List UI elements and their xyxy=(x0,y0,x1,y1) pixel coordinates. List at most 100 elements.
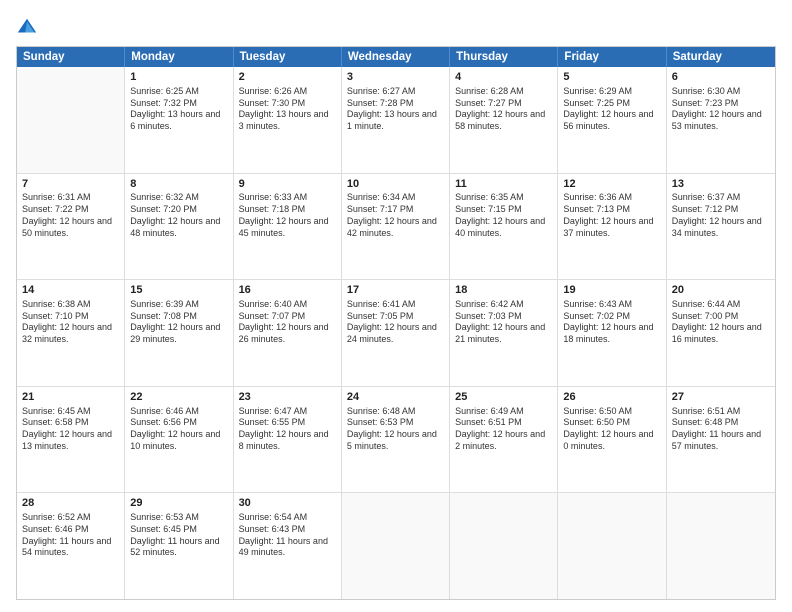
calendar-cell-day-8: 8Sunrise: 6:32 AM Sunset: 7:20 PM Daylig… xyxy=(125,174,233,280)
cell-details: Sunrise: 6:37 AM Sunset: 7:12 PM Dayligh… xyxy=(672,192,770,239)
day-number: 9 xyxy=(239,177,336,192)
day-number: 24 xyxy=(347,390,444,405)
cell-details: Sunrise: 6:49 AM Sunset: 6:51 PM Dayligh… xyxy=(455,406,552,453)
day-number: 13 xyxy=(672,177,770,192)
calendar-cell-day-27: 27Sunrise: 6:51 AM Sunset: 6:48 PM Dayli… xyxy=(667,387,775,493)
calendar-row-3: 14Sunrise: 6:38 AM Sunset: 7:10 PM Dayli… xyxy=(17,280,775,387)
cell-details: Sunrise: 6:54 AM Sunset: 6:43 PM Dayligh… xyxy=(239,512,336,559)
day-number: 22 xyxy=(130,390,227,405)
weekday-header-saturday: Saturday xyxy=(667,47,775,67)
cell-details: Sunrise: 6:28 AM Sunset: 7:27 PM Dayligh… xyxy=(455,86,552,133)
day-number: 19 xyxy=(563,283,660,298)
calendar-cell-day-13: 13Sunrise: 6:37 AM Sunset: 7:12 PM Dayli… xyxy=(667,174,775,280)
cell-details: Sunrise: 6:30 AM Sunset: 7:23 PM Dayligh… xyxy=(672,86,770,133)
header xyxy=(16,12,776,38)
calendar-cell-day-5: 5Sunrise: 6:29 AM Sunset: 7:25 PM Daylig… xyxy=(558,67,666,173)
calendar-cell-empty xyxy=(17,67,125,173)
day-number: 16 xyxy=(239,283,336,298)
cell-details: Sunrise: 6:32 AM Sunset: 7:20 PM Dayligh… xyxy=(130,192,227,239)
calendar-cell-day-30: 30Sunrise: 6:54 AM Sunset: 6:43 PM Dayli… xyxy=(234,493,342,599)
calendar-cell-day-19: 19Sunrise: 6:43 AM Sunset: 7:02 PM Dayli… xyxy=(558,280,666,386)
cell-details: Sunrise: 6:25 AM Sunset: 7:32 PM Dayligh… xyxy=(130,86,227,133)
logo-icon xyxy=(16,16,38,38)
calendar-cell-day-24: 24Sunrise: 6:48 AM Sunset: 6:53 PM Dayli… xyxy=(342,387,450,493)
calendar-cell-day-12: 12Sunrise: 6:36 AM Sunset: 7:13 PM Dayli… xyxy=(558,174,666,280)
cell-details: Sunrise: 6:40 AM Sunset: 7:07 PM Dayligh… xyxy=(239,299,336,346)
day-number: 5 xyxy=(563,70,660,85)
calendar-cell-day-1: 1Sunrise: 6:25 AM Sunset: 7:32 PM Daylig… xyxy=(125,67,233,173)
calendar-cell-day-2: 2Sunrise: 6:26 AM Sunset: 7:30 PM Daylig… xyxy=(234,67,342,173)
calendar-cell-day-16: 16Sunrise: 6:40 AM Sunset: 7:07 PM Dayli… xyxy=(234,280,342,386)
weekday-header-monday: Monday xyxy=(125,47,233,67)
day-number: 17 xyxy=(347,283,444,298)
cell-details: Sunrise: 6:52 AM Sunset: 6:46 PM Dayligh… xyxy=(22,512,119,559)
calendar-cell-day-25: 25Sunrise: 6:49 AM Sunset: 6:51 PM Dayli… xyxy=(450,387,558,493)
day-number: 28 xyxy=(22,496,119,511)
cell-details: Sunrise: 6:44 AM Sunset: 7:00 PM Dayligh… xyxy=(672,299,770,346)
day-number: 15 xyxy=(130,283,227,298)
calendar-row-4: 21Sunrise: 6:45 AM Sunset: 6:58 PM Dayli… xyxy=(17,387,775,494)
day-number: 7 xyxy=(22,177,119,192)
calendar-cell-empty xyxy=(450,493,558,599)
day-number: 21 xyxy=(22,390,119,405)
calendar-cell-day-3: 3Sunrise: 6:27 AM Sunset: 7:28 PM Daylig… xyxy=(342,67,450,173)
day-number: 30 xyxy=(239,496,336,511)
calendar-cell-day-10: 10Sunrise: 6:34 AM Sunset: 7:17 PM Dayli… xyxy=(342,174,450,280)
day-number: 26 xyxy=(563,390,660,405)
cell-details: Sunrise: 6:26 AM Sunset: 7:30 PM Dayligh… xyxy=(239,86,336,133)
day-number: 20 xyxy=(672,283,770,298)
cell-details: Sunrise: 6:45 AM Sunset: 6:58 PM Dayligh… xyxy=(22,406,119,453)
day-number: 27 xyxy=(672,390,770,405)
calendar-cell-day-22: 22Sunrise: 6:46 AM Sunset: 6:56 PM Dayli… xyxy=(125,387,233,493)
calendar-cell-day-4: 4Sunrise: 6:28 AM Sunset: 7:27 PM Daylig… xyxy=(450,67,558,173)
calendar-cell-day-9: 9Sunrise: 6:33 AM Sunset: 7:18 PM Daylig… xyxy=(234,174,342,280)
day-number: 10 xyxy=(347,177,444,192)
cell-details: Sunrise: 6:35 AM Sunset: 7:15 PM Dayligh… xyxy=(455,192,552,239)
cell-details: Sunrise: 6:46 AM Sunset: 6:56 PM Dayligh… xyxy=(130,406,227,453)
calendar: SundayMondayTuesdayWednesdayThursdayFrid… xyxy=(16,46,776,600)
calendar-row-2: 7Sunrise: 6:31 AM Sunset: 7:22 PM Daylig… xyxy=(17,174,775,281)
cell-details: Sunrise: 6:39 AM Sunset: 7:08 PM Dayligh… xyxy=(130,299,227,346)
calendar-cell-day-17: 17Sunrise: 6:41 AM Sunset: 7:05 PM Dayli… xyxy=(342,280,450,386)
cell-details: Sunrise: 6:38 AM Sunset: 7:10 PM Dayligh… xyxy=(22,299,119,346)
weekday-header-sunday: Sunday xyxy=(17,47,125,67)
day-number: 23 xyxy=(239,390,336,405)
cell-details: Sunrise: 6:41 AM Sunset: 7:05 PM Dayligh… xyxy=(347,299,444,346)
cell-details: Sunrise: 6:27 AM Sunset: 7:28 PM Dayligh… xyxy=(347,86,444,133)
cell-details: Sunrise: 6:36 AM Sunset: 7:13 PM Dayligh… xyxy=(563,192,660,239)
cell-details: Sunrise: 6:34 AM Sunset: 7:17 PM Dayligh… xyxy=(347,192,444,239)
cell-details: Sunrise: 6:43 AM Sunset: 7:02 PM Dayligh… xyxy=(563,299,660,346)
calendar-cell-empty xyxy=(342,493,450,599)
day-number: 29 xyxy=(130,496,227,511)
day-number: 11 xyxy=(455,177,552,192)
day-number: 4 xyxy=(455,70,552,85)
calendar-cell-day-14: 14Sunrise: 6:38 AM Sunset: 7:10 PM Dayli… xyxy=(17,280,125,386)
cell-details: Sunrise: 6:48 AM Sunset: 6:53 PM Dayligh… xyxy=(347,406,444,453)
cell-details: Sunrise: 6:33 AM Sunset: 7:18 PM Dayligh… xyxy=(239,192,336,239)
calendar-body: 1Sunrise: 6:25 AM Sunset: 7:32 PM Daylig… xyxy=(17,67,775,599)
cell-details: Sunrise: 6:31 AM Sunset: 7:22 PM Dayligh… xyxy=(22,192,119,239)
logo xyxy=(16,16,40,38)
weekday-header-tuesday: Tuesday xyxy=(234,47,342,67)
day-number: 12 xyxy=(563,177,660,192)
calendar-cell-day-26: 26Sunrise: 6:50 AM Sunset: 6:50 PM Dayli… xyxy=(558,387,666,493)
weekday-header-wednesday: Wednesday xyxy=(342,47,450,67)
calendar-row-5: 28Sunrise: 6:52 AM Sunset: 6:46 PM Dayli… xyxy=(17,493,775,599)
calendar-cell-day-18: 18Sunrise: 6:42 AM Sunset: 7:03 PM Dayli… xyxy=(450,280,558,386)
calendar-cell-day-23: 23Sunrise: 6:47 AM Sunset: 6:55 PM Dayli… xyxy=(234,387,342,493)
day-number: 25 xyxy=(455,390,552,405)
calendar-cell-day-29: 29Sunrise: 6:53 AM Sunset: 6:45 PM Dayli… xyxy=(125,493,233,599)
page: SundayMondayTuesdayWednesdayThursdayFrid… xyxy=(0,0,792,612)
cell-details: Sunrise: 6:53 AM Sunset: 6:45 PM Dayligh… xyxy=(130,512,227,559)
day-number: 14 xyxy=(22,283,119,298)
day-number: 2 xyxy=(239,70,336,85)
calendar-cell-day-11: 11Sunrise: 6:35 AM Sunset: 7:15 PM Dayli… xyxy=(450,174,558,280)
calendar-cell-day-6: 6Sunrise: 6:30 AM Sunset: 7:23 PM Daylig… xyxy=(667,67,775,173)
cell-details: Sunrise: 6:29 AM Sunset: 7:25 PM Dayligh… xyxy=(563,86,660,133)
calendar-cell-empty xyxy=(667,493,775,599)
day-number: 18 xyxy=(455,283,552,298)
calendar-cell-day-28: 28Sunrise: 6:52 AM Sunset: 6:46 PM Dayli… xyxy=(17,493,125,599)
calendar-cell-day-20: 20Sunrise: 6:44 AM Sunset: 7:00 PM Dayli… xyxy=(667,280,775,386)
weekday-header-thursday: Thursday xyxy=(450,47,558,67)
calendar-cell-day-7: 7Sunrise: 6:31 AM Sunset: 7:22 PM Daylig… xyxy=(17,174,125,280)
